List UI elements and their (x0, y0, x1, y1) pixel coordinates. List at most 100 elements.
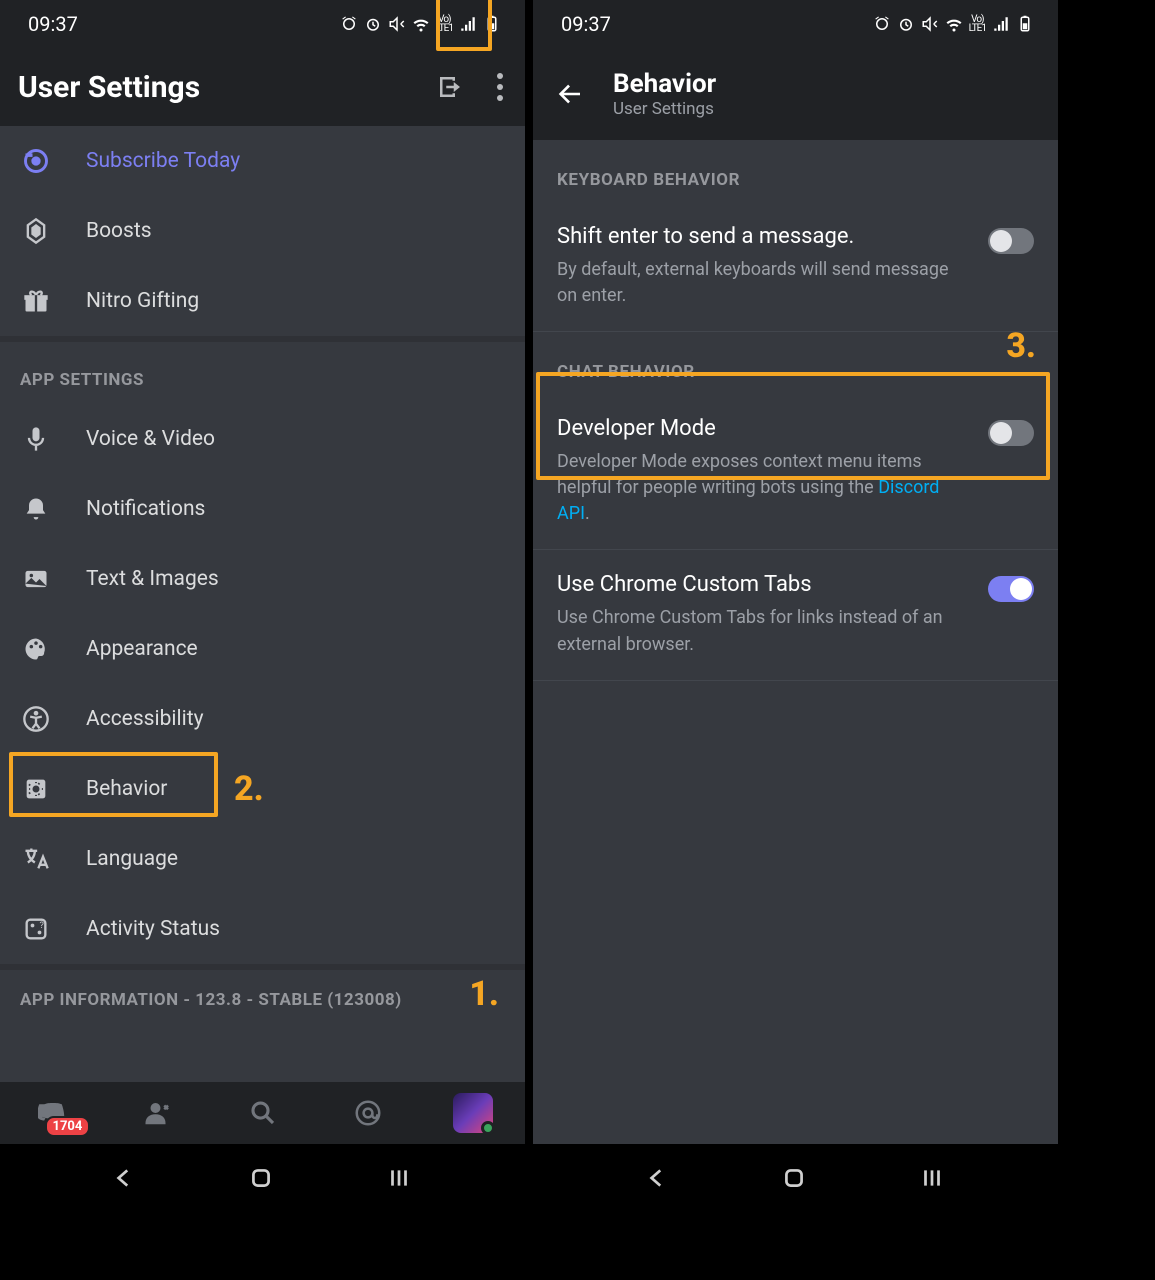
screen-behavior: 09:37 Vo)LTE1 Behavior User Settings KEY… (533, 0, 1058, 1144)
menu-label: Activity Status (86, 917, 220, 941)
menu-voice-video[interactable]: Voice & Video (0, 404, 525, 474)
avatar (453, 1093, 493, 1133)
mention-icon (353, 1098, 383, 1128)
alarm-icon (873, 15, 891, 33)
settings-list[interactable]: Subscribe Today Boosts Nitro Gifting APP… (0, 126, 525, 1082)
mute-icon (388, 15, 406, 33)
image-icon (22, 565, 50, 593)
search-icon (248, 1098, 278, 1128)
status-bar: 09:37 Vo)LTE1 (533, 0, 1058, 48)
back-button[interactable] (555, 79, 585, 109)
menu-label: Subscribe Today (86, 149, 240, 173)
friend-icon (143, 1098, 173, 1128)
menu-language[interactable]: Language (0, 824, 525, 894)
header: Behavior User Settings (533, 48, 1058, 140)
menu-label: Appearance (86, 637, 198, 661)
section-header-app-info: APP INFORMATION - 123.8 - STABLE (123008… (0, 970, 525, 1016)
setting-chrome-tabs[interactable]: Use Chrome Custom Tabs Use Chrome Custom… (533, 550, 1058, 679)
section-header-keyboard: KEYBOARD BEHAVIOR (533, 140, 1058, 202)
clock-text: 09:37 (28, 12, 78, 36)
battery-icon (483, 15, 501, 33)
dice-icon: ? (22, 915, 50, 943)
overflow-menu-button[interactable] (493, 69, 507, 105)
toggle-shift-enter[interactable] (988, 228, 1034, 254)
accessibility-icon (22, 705, 50, 733)
menu-boosts[interactable]: Boosts (0, 196, 525, 266)
nav-home-icon[interactable] (781, 1165, 807, 1191)
section-header-app-settings: APP SETTINGS (0, 342, 525, 404)
lte-icon: Vo)LTE1 (436, 15, 453, 33)
setting-desc: Developer Mode exposes context menu item… (557, 449, 968, 527)
nav-recent-icon[interactable] (384, 1165, 414, 1191)
signal-icon (992, 15, 1010, 33)
menu-label: Text & Images (86, 567, 219, 591)
divider (533, 680, 1058, 681)
menu-label: Accessibility (86, 707, 204, 731)
status-bar: 09:37 Vo)LTE1 (0, 0, 525, 48)
status-icons: Vo)LTE1 (873, 15, 1034, 33)
cog-icon (22, 775, 50, 803)
bottom-tab-bar: 1704 (0, 1082, 525, 1144)
setting-title: Developer Mode (557, 416, 968, 441)
toggle-developer-mode[interactable] (988, 420, 1034, 446)
menu-accessibility[interactable]: Accessibility (0, 684, 525, 754)
page-title: Behavior (613, 69, 716, 99)
menu-notifications[interactable]: Notifications (0, 474, 525, 544)
nav-recent-icon[interactable] (917, 1165, 947, 1191)
mic-icon (22, 425, 50, 453)
menu-subscribe-today[interactable]: Subscribe Today (0, 126, 525, 196)
nav-back-icon[interactable] (111, 1165, 137, 1191)
boost-icon (22, 217, 50, 245)
menu-label: Behavior (86, 777, 167, 801)
menu-nitro-gifting[interactable]: Nitro Gifting (0, 266, 525, 336)
menu-text-images[interactable]: Text & Images (0, 544, 525, 614)
screen-user-settings: 09:37 Vo)LTE1 User Settings Subscribe To… (0, 0, 525, 1144)
menu-appearance[interactable]: Appearance (0, 614, 525, 684)
nitro-icon (22, 147, 50, 175)
menu-label: Voice & Video (86, 427, 215, 451)
notification-badge: 1704 (45, 1116, 91, 1137)
menu-behavior[interactable]: Behavior (0, 754, 525, 824)
exit-icon[interactable] (435, 72, 465, 102)
palette-icon (22, 635, 50, 663)
tab-home[interactable]: 1704 (31, 1091, 75, 1135)
translate-icon (22, 845, 50, 873)
menu-label: Nitro Gifting (86, 289, 199, 313)
setting-title: Use Chrome Custom Tabs (557, 572, 968, 597)
wifi-icon (412, 15, 430, 33)
presence-dot (481, 1121, 495, 1135)
mute-icon (921, 15, 939, 33)
menu-label: Notifications (86, 497, 205, 521)
page-title: User Settings (18, 70, 200, 105)
bell-icon (22, 495, 50, 523)
setting-title: Shift enter to send a message. (557, 224, 968, 249)
menu-activity-status[interactable]: ? Activity Status (0, 894, 525, 964)
clock-icon (897, 15, 915, 33)
setting-desc: By default, external keyboards will send… (557, 257, 968, 309)
nav-home-icon[interactable] (248, 1165, 274, 1191)
menu-label: Language (86, 847, 178, 871)
toggle-chrome-tabs[interactable] (988, 576, 1034, 602)
tab-friends[interactable] (136, 1091, 180, 1135)
header: User Settings (0, 48, 525, 126)
alarm-icon (340, 15, 358, 33)
nav-back-icon[interactable] (644, 1165, 670, 1191)
menu-label: Boosts (86, 219, 152, 243)
setting-developer-mode[interactable]: Developer Mode Developer Mode exposes co… (533, 394, 1058, 549)
setting-shift-enter[interactable]: Shift enter to send a message. By defaul… (533, 202, 1058, 331)
tab-search[interactable] (241, 1091, 285, 1135)
lte-icon: Vo)LTE1 (969, 15, 986, 33)
behavior-settings[interactable]: KEYBOARD BEHAVIOR Shift enter to send a … (533, 140, 1058, 1144)
gift-icon (22, 287, 50, 315)
android-nav-bar (0, 1144, 525, 1212)
battery-icon (1016, 15, 1034, 33)
wifi-icon (945, 15, 963, 33)
setting-desc: Use Chrome Custom Tabs for links instead… (557, 605, 968, 657)
section-header-chat: CHAT BEHAVIOR (533, 332, 1058, 394)
clock-text: 09:37 (561, 12, 611, 36)
signal-icon (459, 15, 477, 33)
tab-profile[interactable] (451, 1091, 495, 1135)
tab-mentions[interactable] (346, 1091, 390, 1135)
status-icons: Vo)LTE1 (340, 15, 501, 33)
android-nav-bar (533, 1144, 1058, 1212)
